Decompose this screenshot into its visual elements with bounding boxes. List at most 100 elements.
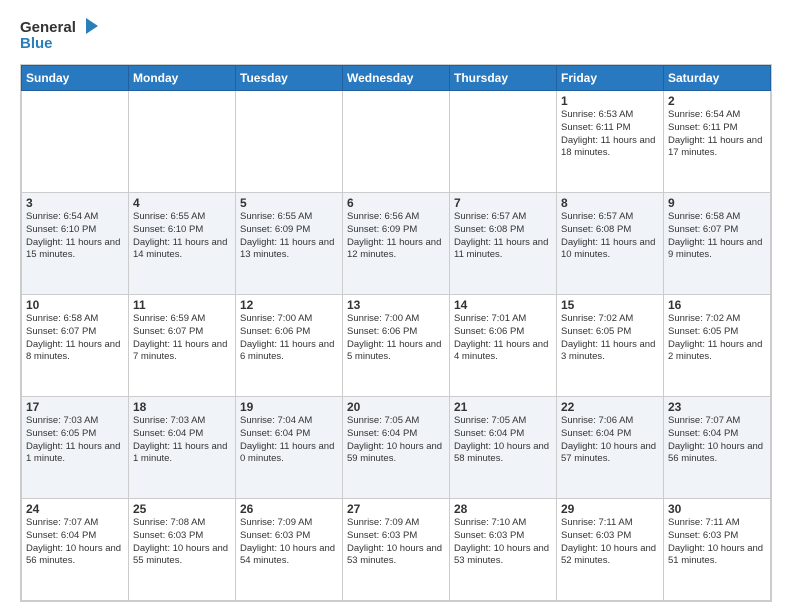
day-info: Sunrise: 6:54 AM Sunset: 6:10 PM Dayligh… xyxy=(26,211,124,262)
svg-text:General: General xyxy=(20,19,76,36)
day-number: 15 xyxy=(561,298,659,312)
day-number: 9 xyxy=(668,196,766,210)
day-info: Sunrise: 7:10 AM Sunset: 6:03 PM Dayligh… xyxy=(454,517,552,568)
day-info: Sunrise: 7:01 AM Sunset: 6:06 PM Dayligh… xyxy=(454,313,552,364)
day-info: Sunrise: 7:11 AM Sunset: 6:03 PM Dayligh… xyxy=(668,517,766,568)
calendar-cell: 15Sunrise: 7:02 AM Sunset: 6:05 PM Dayli… xyxy=(557,295,664,397)
day-info: Sunrise: 7:00 AM Sunset: 6:06 PM Dayligh… xyxy=(347,313,445,364)
day-info: Sunrise: 6:58 AM Sunset: 6:07 PM Dayligh… xyxy=(26,313,124,364)
day-number: 1 xyxy=(561,94,659,108)
day-number: 23 xyxy=(668,400,766,414)
calendar-cell: 7Sunrise: 6:57 AM Sunset: 6:08 PM Daylig… xyxy=(450,193,557,295)
calendar-cell: 13Sunrise: 7:00 AM Sunset: 6:06 PM Dayli… xyxy=(343,295,450,397)
day-info: Sunrise: 7:09 AM Sunset: 6:03 PM Dayligh… xyxy=(347,517,445,568)
day-info: Sunrise: 6:55 AM Sunset: 6:09 PM Dayligh… xyxy=(240,211,338,262)
svg-text:Blue: Blue xyxy=(20,35,53,52)
calendar-cell xyxy=(450,91,557,193)
calendar-cell xyxy=(22,91,129,193)
header: GeneralBlue xyxy=(20,16,772,56)
day-info: Sunrise: 6:57 AM Sunset: 6:08 PM Dayligh… xyxy=(561,211,659,262)
calendar-cell: 21Sunrise: 7:05 AM Sunset: 6:04 PM Dayli… xyxy=(450,397,557,499)
day-number: 21 xyxy=(454,400,552,414)
day-info: Sunrise: 6:54 AM Sunset: 6:11 PM Dayligh… xyxy=(668,109,766,160)
calendar-cell: 16Sunrise: 7:02 AM Sunset: 6:05 PM Dayli… xyxy=(664,295,771,397)
calendar-cell: 10Sunrise: 6:58 AM Sunset: 6:07 PM Dayli… xyxy=(22,295,129,397)
day-number: 4 xyxy=(133,196,231,210)
weekday-header-thursday: Thursday xyxy=(450,66,557,91)
calendar-cell: 24Sunrise: 7:07 AM Sunset: 6:04 PM Dayli… xyxy=(22,499,129,601)
calendar-cell: 26Sunrise: 7:09 AM Sunset: 6:03 PM Dayli… xyxy=(236,499,343,601)
day-number: 22 xyxy=(561,400,659,414)
calendar-cell: 11Sunrise: 6:59 AM Sunset: 6:07 PM Dayli… xyxy=(129,295,236,397)
day-number: 20 xyxy=(347,400,445,414)
day-number: 7 xyxy=(454,196,552,210)
day-number: 17 xyxy=(26,400,124,414)
day-info: Sunrise: 7:05 AM Sunset: 6:04 PM Dayligh… xyxy=(347,415,445,466)
day-info: Sunrise: 7:02 AM Sunset: 6:05 PM Dayligh… xyxy=(561,313,659,364)
day-number: 3 xyxy=(26,196,124,210)
calendar-cell: 12Sunrise: 7:00 AM Sunset: 6:06 PM Dayli… xyxy=(236,295,343,397)
calendar-cell: 22Sunrise: 7:06 AM Sunset: 6:04 PM Dayli… xyxy=(557,397,664,499)
day-info: Sunrise: 6:59 AM Sunset: 6:07 PM Dayligh… xyxy=(133,313,231,364)
calendar: SundayMondayTuesdayWednesdayThursdayFrid… xyxy=(20,64,772,602)
calendar-cell: 5Sunrise: 6:55 AM Sunset: 6:09 PM Daylig… xyxy=(236,193,343,295)
day-number: 18 xyxy=(133,400,231,414)
day-number: 25 xyxy=(133,502,231,516)
calendar-cell: 1Sunrise: 6:53 AM Sunset: 6:11 PM Daylig… xyxy=(557,91,664,193)
day-number: 19 xyxy=(240,400,338,414)
calendar-cell: 18Sunrise: 7:03 AM Sunset: 6:04 PM Dayli… xyxy=(129,397,236,499)
day-number: 5 xyxy=(240,196,338,210)
day-number: 8 xyxy=(561,196,659,210)
weekday-header-sunday: Sunday xyxy=(22,66,129,91)
logo: GeneralBlue xyxy=(20,16,100,56)
day-info: Sunrise: 7:07 AM Sunset: 6:04 PM Dayligh… xyxy=(26,517,124,568)
calendar-cell: 8Sunrise: 6:57 AM Sunset: 6:08 PM Daylig… xyxy=(557,193,664,295)
calendar-cell: 2Sunrise: 6:54 AM Sunset: 6:11 PM Daylig… xyxy=(664,91,771,193)
day-number: 14 xyxy=(454,298,552,312)
calendar-cell xyxy=(343,91,450,193)
day-info: Sunrise: 7:07 AM Sunset: 6:04 PM Dayligh… xyxy=(668,415,766,466)
calendar-cell: 23Sunrise: 7:07 AM Sunset: 6:04 PM Dayli… xyxy=(664,397,771,499)
weekday-header-wednesday: Wednesday xyxy=(343,66,450,91)
calendar-cell: 3Sunrise: 6:54 AM Sunset: 6:10 PM Daylig… xyxy=(22,193,129,295)
day-number: 10 xyxy=(26,298,124,312)
day-info: Sunrise: 6:57 AM Sunset: 6:08 PM Dayligh… xyxy=(454,211,552,262)
day-number: 11 xyxy=(133,298,231,312)
weekday-header-tuesday: Tuesday xyxy=(236,66,343,91)
day-number: 13 xyxy=(347,298,445,312)
page: GeneralBlue SundayMondayTuesdayWednesday… xyxy=(0,0,792,612)
calendar-cell: 29Sunrise: 7:11 AM Sunset: 6:03 PM Dayli… xyxy=(557,499,664,601)
day-info: Sunrise: 7:11 AM Sunset: 6:03 PM Dayligh… xyxy=(561,517,659,568)
calendar-cell: 6Sunrise: 6:56 AM Sunset: 6:09 PM Daylig… xyxy=(343,193,450,295)
day-number: 2 xyxy=(668,94,766,108)
day-number: 26 xyxy=(240,502,338,516)
day-info: Sunrise: 6:56 AM Sunset: 6:09 PM Dayligh… xyxy=(347,211,445,262)
logo-svg: GeneralBlue xyxy=(20,16,100,56)
weekday-header-saturday: Saturday xyxy=(664,66,771,91)
day-info: Sunrise: 7:06 AM Sunset: 6:04 PM Dayligh… xyxy=(561,415,659,466)
day-info: Sunrise: 7:04 AM Sunset: 6:04 PM Dayligh… xyxy=(240,415,338,466)
day-number: 6 xyxy=(347,196,445,210)
day-number: 30 xyxy=(668,502,766,516)
day-info: Sunrise: 6:55 AM Sunset: 6:10 PM Dayligh… xyxy=(133,211,231,262)
day-number: 29 xyxy=(561,502,659,516)
day-info: Sunrise: 6:53 AM Sunset: 6:11 PM Dayligh… xyxy=(561,109,659,160)
calendar-cell: 9Sunrise: 6:58 AM Sunset: 6:07 PM Daylig… xyxy=(664,193,771,295)
day-info: Sunrise: 7:09 AM Sunset: 6:03 PM Dayligh… xyxy=(240,517,338,568)
calendar-cell: 17Sunrise: 7:03 AM Sunset: 6:05 PM Dayli… xyxy=(22,397,129,499)
calendar-cell: 4Sunrise: 6:55 AM Sunset: 6:10 PM Daylig… xyxy=(129,193,236,295)
calendar-cell: 25Sunrise: 7:08 AM Sunset: 6:03 PM Dayli… xyxy=(129,499,236,601)
weekday-header-friday: Friday xyxy=(557,66,664,91)
day-number: 27 xyxy=(347,502,445,516)
day-info: Sunrise: 7:05 AM Sunset: 6:04 PM Dayligh… xyxy=(454,415,552,466)
day-info: Sunrise: 7:00 AM Sunset: 6:06 PM Dayligh… xyxy=(240,313,338,364)
day-info: Sunrise: 7:03 AM Sunset: 6:05 PM Dayligh… xyxy=(26,415,124,466)
calendar-cell: 20Sunrise: 7:05 AM Sunset: 6:04 PM Dayli… xyxy=(343,397,450,499)
weekday-header-monday: Monday xyxy=(129,66,236,91)
day-info: Sunrise: 7:02 AM Sunset: 6:05 PM Dayligh… xyxy=(668,313,766,364)
day-number: 24 xyxy=(26,502,124,516)
calendar-cell xyxy=(236,91,343,193)
calendar-cell xyxy=(129,91,236,193)
calendar-cell: 30Sunrise: 7:11 AM Sunset: 6:03 PM Dayli… xyxy=(664,499,771,601)
day-info: Sunrise: 7:08 AM Sunset: 6:03 PM Dayligh… xyxy=(133,517,231,568)
